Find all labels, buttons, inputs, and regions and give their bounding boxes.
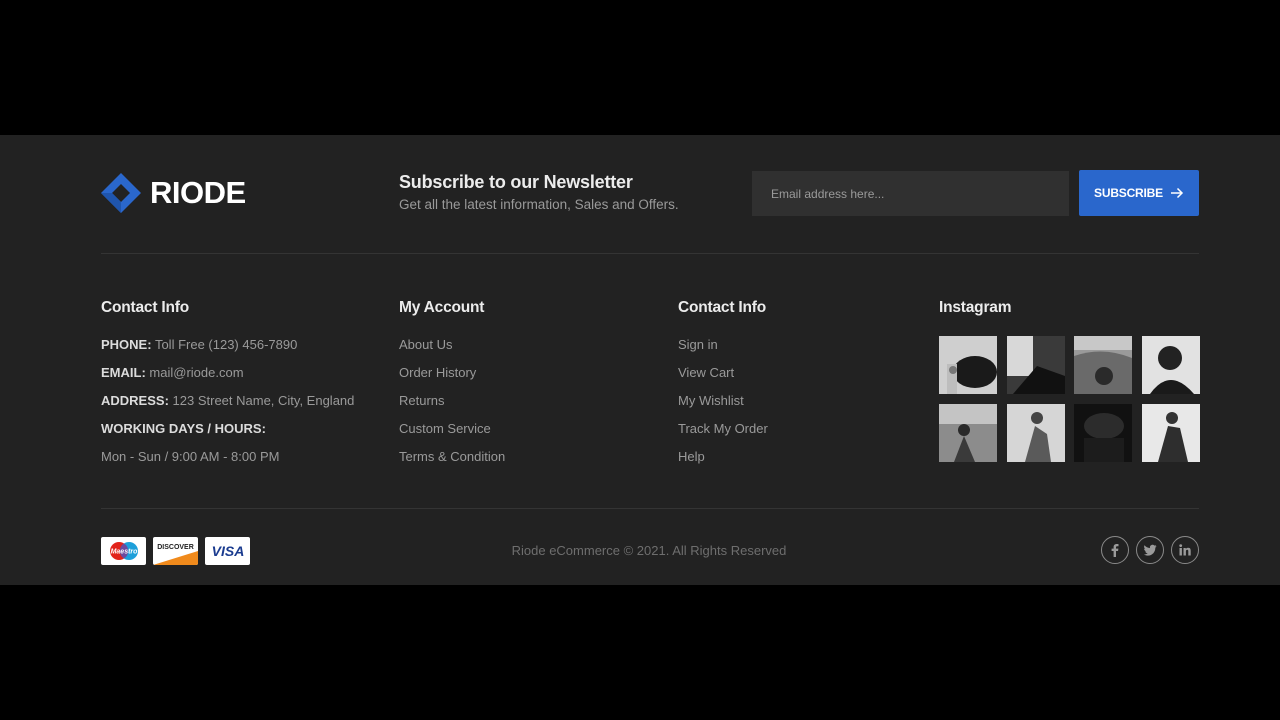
twitter-link[interactable]	[1136, 536, 1164, 564]
instagram-photo[interactable]	[939, 404, 997, 462]
riode-diamond-icon	[101, 173, 141, 213]
link-terms-condition[interactable]: Terms & Condition	[399, 449, 505, 464]
link-custom-service[interactable]: Custom Service	[399, 421, 491, 436]
my-account-heading: My Account	[399, 299, 485, 316]
instagram-photo[interactable]	[1141, 404, 1200, 462]
my-account-column: My Account About Us Order History Return…	[399, 299, 505, 476]
link-returns[interactable]: Returns	[399, 393, 445, 408]
link-view-cart[interactable]: View Cart	[678, 365, 734, 380]
link-sign-in[interactable]: Sign in	[678, 337, 718, 352]
link-order-history[interactable]: Order History	[399, 365, 476, 380]
contact-info-heading: Contact Info	[101, 299, 190, 316]
instagram-photo[interactable]	[939, 336, 997, 394]
social-links	[1101, 536, 1199, 564]
newsletter-email-input[interactable]	[752, 171, 1069, 216]
bottom-divider	[101, 508, 1199, 509]
contact-hours-label: WORKING DAYS / HOURS:	[101, 421, 266, 436]
contact-hours-value: Mon - Sun / 9:00 AM - 8:00 PM	[101, 449, 280, 464]
facebook-link[interactable]	[1101, 536, 1129, 564]
instagram-photo[interactable]	[1006, 336, 1065, 394]
link-help[interactable]: Help	[678, 449, 705, 464]
contact-phone: PHONE: Toll Free (123) 456-7890	[101, 337, 298, 352]
link-track-my-order[interactable]: Track My Order	[678, 421, 768, 436]
subscribe-button-label: SUBSCRIBE	[1094, 186, 1163, 200]
subscribe-button[interactable]: SUBSCRIBE	[1079, 170, 1199, 216]
newsletter-title: Subscribe to our Newsletter	[399, 172, 633, 192]
instagram-heading: Instagram	[939, 299, 1012, 316]
instagram-photo[interactable]	[1006, 404, 1065, 462]
instagram-column: Instagram	[939, 299, 1200, 462]
contact-email: EMAIL: mail@riode.com	[101, 365, 244, 380]
contact-info-column: Contact Info PHONE: Toll Free (123) 456-…	[101, 299, 354, 476]
instagram-grid	[939, 336, 1200, 462]
contact-links-column: Contact Info Sign in View Cart My Wishli…	[678, 299, 768, 476]
brand-name: RIODE	[150, 175, 246, 210]
linkedin-link[interactable]	[1171, 536, 1199, 564]
brand-logo[interactable]: RIODE	[101, 173, 246, 213]
twitter-icon	[1143, 544, 1157, 556]
instagram-photo[interactable]	[1074, 336, 1132, 394]
link-about-us[interactable]: About Us	[399, 337, 452, 352]
linkedin-icon	[1179, 544, 1191, 556]
contact-address: ADDRESS: 123 Street Name, City, England	[101, 393, 355, 408]
contact-links-heading: Contact Info	[678, 299, 767, 316]
instagram-photo[interactable]	[1074, 404, 1132, 462]
instagram-photo[interactable]	[1141, 336, 1200, 394]
copyright-text: Riode eCommerce © 2021. All Rights Reser…	[511, 543, 787, 558]
top-divider	[101, 253, 1199, 254]
arrow-right-icon	[1170, 187, 1183, 199]
facebook-icon	[1111, 544, 1119, 557]
newsletter-subtitle: Get all the latest information, Sales an…	[399, 197, 679, 212]
link-my-wishlist[interactable]: My Wishlist	[678, 393, 744, 408]
